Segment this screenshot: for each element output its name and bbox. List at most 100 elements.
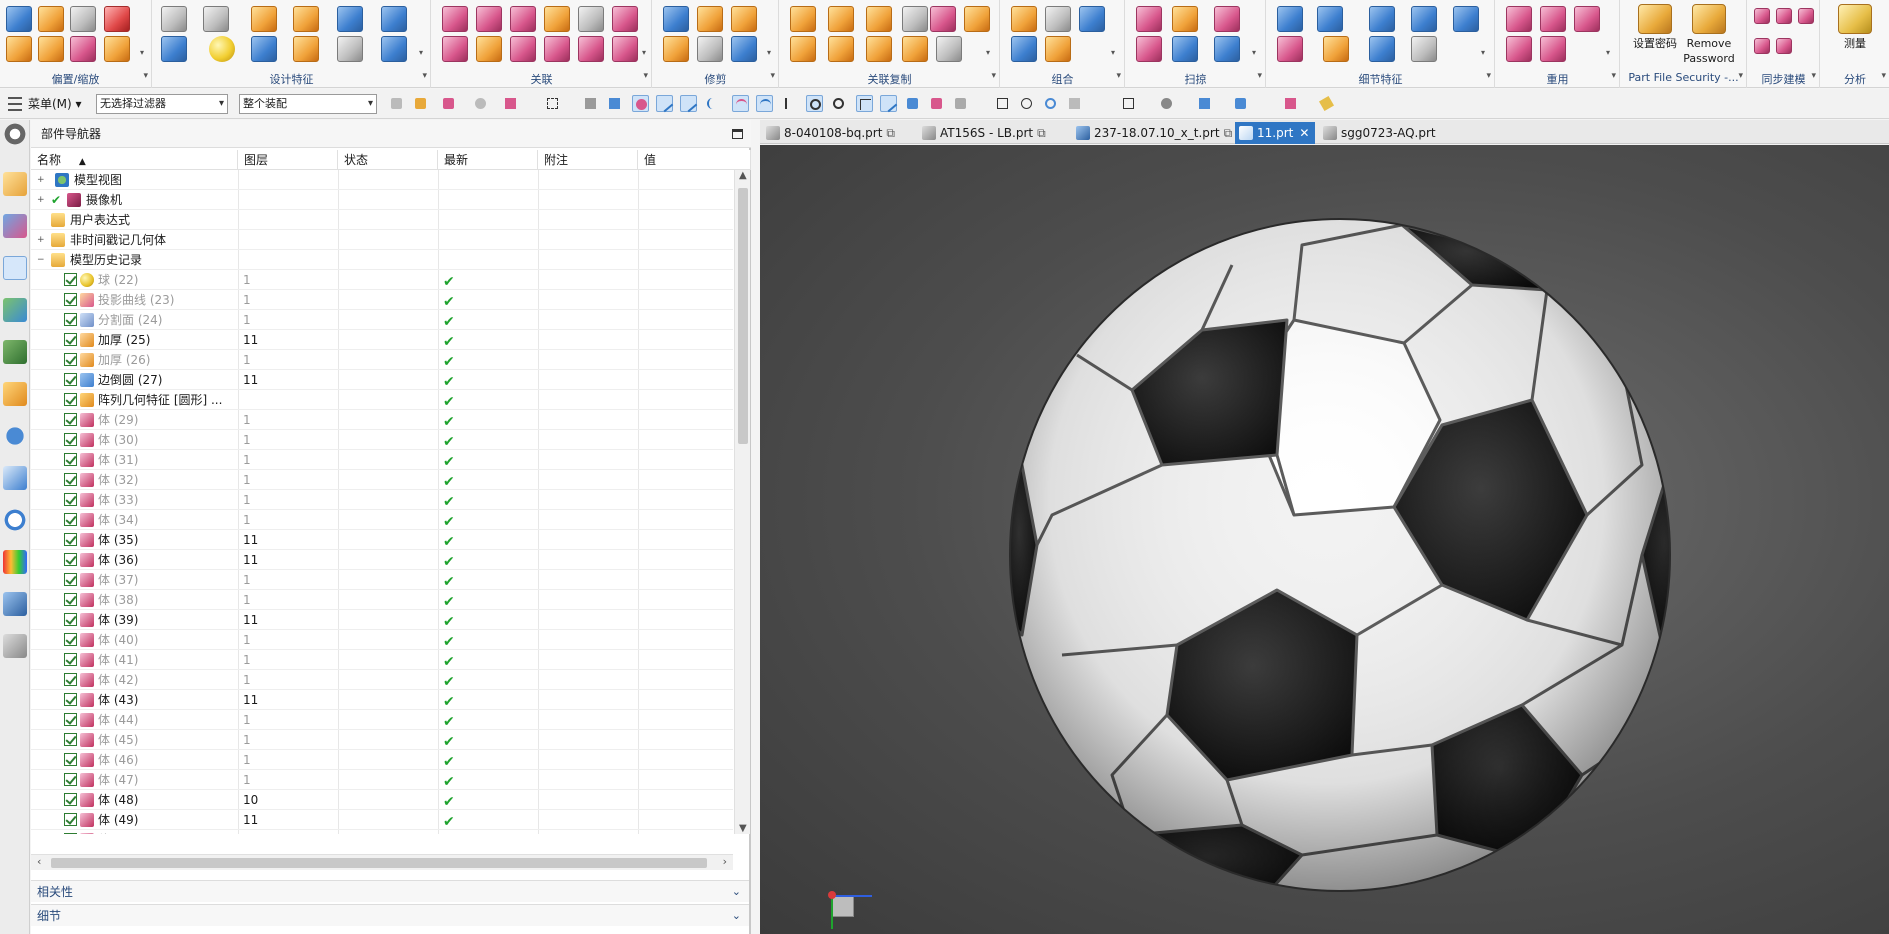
tube-icon[interactable] (1214, 6, 1240, 32)
feature-row[interactable]: 分割面 (24) 1 ✔ (31, 310, 733, 330)
manufacturing-wizard-icon[interactable] (3, 550, 27, 574)
pocket-icon[interactable] (337, 36, 363, 62)
checkbox-icon[interactable] (64, 353, 77, 366)
mirror-face-icon[interactable] (612, 36, 638, 62)
bridge-icon[interactable] (1369, 36, 1395, 62)
reuse-pocket-icon[interactable] (1540, 36, 1566, 62)
feature-row[interactable]: 体 (45) 1 ✔ (31, 730, 733, 750)
chain-icon[interactable] (828, 6, 854, 32)
blend-corner-icon[interactable] (1453, 6, 1479, 32)
cross-point-icon[interactable] (856, 95, 873, 112)
move-object-icon[interactable] (936, 36, 962, 62)
replace-face-icon[interactable] (612, 6, 638, 32)
face-blend-icon[interactable] (1411, 6, 1437, 32)
wave-link-icon[interactable] (866, 6, 892, 32)
web-browser-icon[interactable] (3, 382, 27, 406)
checkbox-icon[interactable] (64, 513, 77, 526)
ribbon-group-label[interactable]: 关联复制 (780, 71, 999, 87)
checkbox-icon[interactable] (64, 793, 77, 806)
feature-row[interactable]: 体 (40) 1 ✔ (31, 630, 733, 650)
line-select-icon[interactable] (656, 95, 674, 113)
promote-body-icon[interactable] (790, 36, 816, 62)
chevron-down-icon[interactable]: ▾ (767, 48, 771, 57)
feature-row[interactable]: 体 (42) 1 ✔ (31, 670, 733, 690)
feature-row[interactable]: 体 (34) 1 ✔ (31, 510, 733, 530)
feature-row[interactable]: 体 (47) 1 ✔ (31, 770, 733, 790)
feature-row[interactable]: 体 (32) 1 ✔ (31, 470, 733, 490)
ribbon-group-label[interactable]: 偏置/缩放 (0, 71, 151, 87)
feature-row[interactable]: 体 (36) 11 ✔ (31, 550, 733, 570)
edge-select-icon[interactable] (680, 95, 698, 113)
feature-row[interactable]: 加厚 (25) 11 ✔ (31, 330, 733, 350)
pan-icon[interactable] (1066, 95, 1083, 112)
wrap-geometry-icon[interactable] (104, 36, 130, 62)
ribbon-group-label[interactable]: 组合 (1001, 71, 1124, 87)
type-filter-select[interactable]: 无选择过滤器 (96, 94, 228, 114)
ribbon-group-label[interactable]: Part File Security -... (1621, 71, 1746, 87)
revolve-icon[interactable] (293, 6, 319, 32)
extrude-icon[interactable] (251, 6, 277, 32)
checkbox-icon[interactable] (64, 313, 77, 326)
checkbox-icon[interactable] (64, 653, 77, 666)
checkbox-icon[interactable] (64, 333, 77, 346)
draft-icon[interactable] (1369, 6, 1395, 32)
shell-icon[interactable] (70, 6, 96, 32)
cone-icon[interactable] (161, 36, 187, 62)
shaded-icon[interactable] (1196, 95, 1213, 112)
feature-row[interactable]: 体 (35) 11 ✔ (31, 530, 733, 550)
delete-edge-icon[interactable] (1411, 36, 1437, 62)
reuse-library-nav-icon[interactable] (3, 298, 27, 322)
through-curves-icon[interactable] (1172, 36, 1198, 62)
hd3d-tools-icon[interactable] (3, 340, 27, 364)
tree-node-user-expressions[interactable]: 用户表达式 (31, 210, 733, 230)
checkbox-icon[interactable] (64, 813, 77, 826)
soft-blend-icon[interactable] (1323, 36, 1349, 62)
feature-row[interactable]: 体 (41) 1 ✔ (31, 650, 733, 670)
mirror-body-icon[interactable] (828, 36, 854, 62)
checkbox-icon[interactable] (64, 393, 77, 406)
select-edges-icon[interactable] (928, 95, 945, 112)
feature-row[interactable]: 加厚 (26) 1 ✔ (31, 350, 733, 370)
assembly-navigator-icon[interactable] (3, 172, 27, 196)
delete-face-icon[interactable] (544, 6, 570, 32)
offset-surface-icon[interactable] (70, 36, 96, 62)
resize-face-icon[interactable] (510, 36, 536, 62)
scroll-thumb[interactable] (51, 858, 707, 868)
checkbox-icon[interactable] (64, 693, 77, 706)
trim-body-icon[interactable] (104, 6, 130, 32)
checkbox-icon[interactable] (64, 493, 77, 506)
resize-blend-icon[interactable] (544, 36, 570, 62)
checkbox-icon[interactable] (64, 473, 77, 486)
chevron-down-icon[interactable]: ⌄ (732, 881, 741, 903)
ribbon-group-label[interactable]: 关联 (432, 71, 651, 87)
maximize-icon[interactable] (732, 129, 743, 139)
zoom-icon[interactable] (1018, 95, 1035, 112)
edge-blend-icon[interactable] (1277, 6, 1303, 32)
checkbox-icon[interactable] (64, 713, 77, 726)
checkbox-icon[interactable] (64, 613, 77, 626)
tab-file-2[interactable]: AT156S - LB.prt ⧉ (918, 122, 1068, 144)
checkbox-icon[interactable] (64, 273, 77, 286)
intersect-icon[interactable] (1079, 6, 1105, 32)
tree-node-cameras[interactable]: + ✔ 摄像机 (31, 190, 733, 210)
pull-face-sync-icon[interactable] (1776, 8, 1792, 24)
dependencies-pane[interactable]: 相关性 ⌄ (31, 880, 749, 902)
assemble-cut-icon[interactable] (1011, 36, 1037, 62)
checkbox-icon[interactable] (64, 453, 77, 466)
style-blend-icon[interactable] (1277, 36, 1303, 62)
reuse-library-icon[interactable] (1506, 6, 1532, 32)
chevron-down-icon[interactable]: ⌄ (732, 905, 741, 927)
measure-button[interactable]: 测量 (1829, 0, 1881, 51)
sweep-along-guide-icon[interactable] (1172, 6, 1198, 32)
emboss-icon[interactable] (1045, 36, 1071, 62)
checkbox-icon[interactable] (64, 673, 77, 686)
feature-row[interactable]: 体 (38) 1 ✔ (31, 590, 733, 610)
boss-icon[interactable] (293, 36, 319, 62)
move-face-icon[interactable] (442, 36, 468, 62)
scroll-up-icon[interactable]: ▲ (739, 170, 747, 181)
expand-icon[interactable]: + (37, 190, 45, 210)
instance-icon[interactable] (902, 6, 928, 32)
snap-point-icon[interactable] (472, 95, 489, 112)
define-udf-icon[interactable] (1574, 6, 1600, 32)
set-password-button[interactable]: 设置密码 (1629, 0, 1681, 51)
